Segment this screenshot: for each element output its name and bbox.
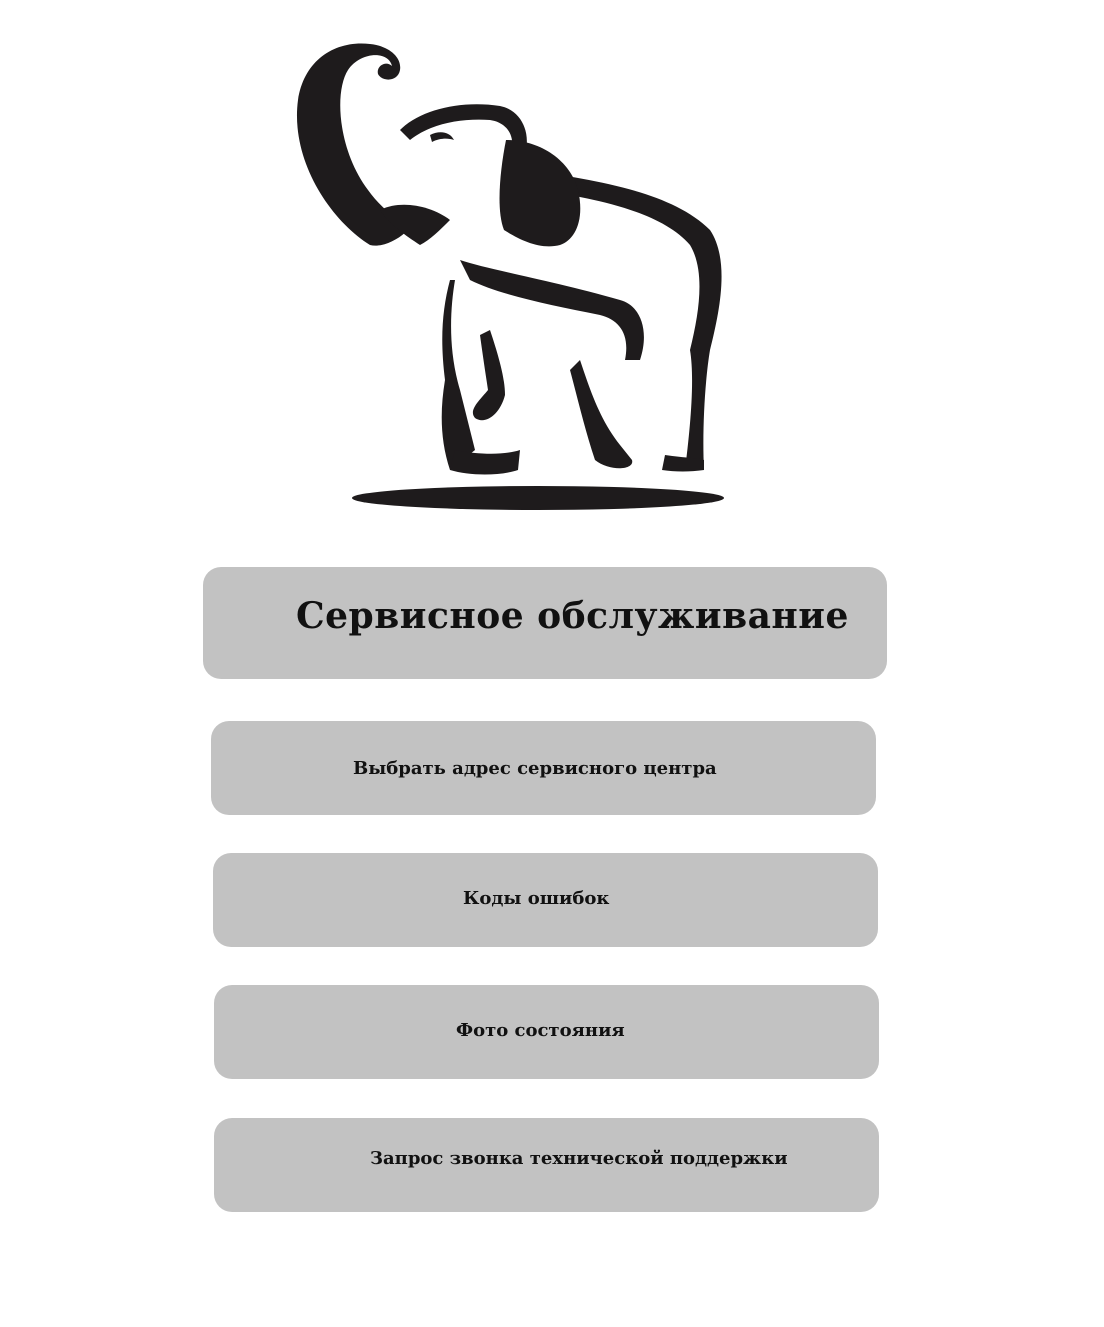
page-title-panel: Сервисное обслуживание: [203, 567, 887, 679]
select-service-center-label: Выбрать адрес сервисного центра: [353, 758, 717, 779]
support-call-request-button[interactable]: Запрос звонка технической поддержки: [214, 1118, 879, 1212]
condition-photo-label: Фото состояния: [456, 1020, 625, 1041]
error-codes-label: Коды ошибок: [463, 888, 610, 909]
elephant-icon: [296, 43, 724, 510]
elephant-logo: [290, 30, 730, 520]
support-call-request-label: Запрос звонка технической поддержки: [370, 1148, 788, 1169]
condition-photo-button[interactable]: Фото состояния: [214, 985, 879, 1079]
error-codes-button[interactable]: Коды ошибок: [213, 853, 878, 947]
page-title: Сервисное обслуживание: [296, 595, 849, 637]
select-service-center-button[interactable]: Выбрать адрес сервисного центра: [211, 721, 876, 815]
